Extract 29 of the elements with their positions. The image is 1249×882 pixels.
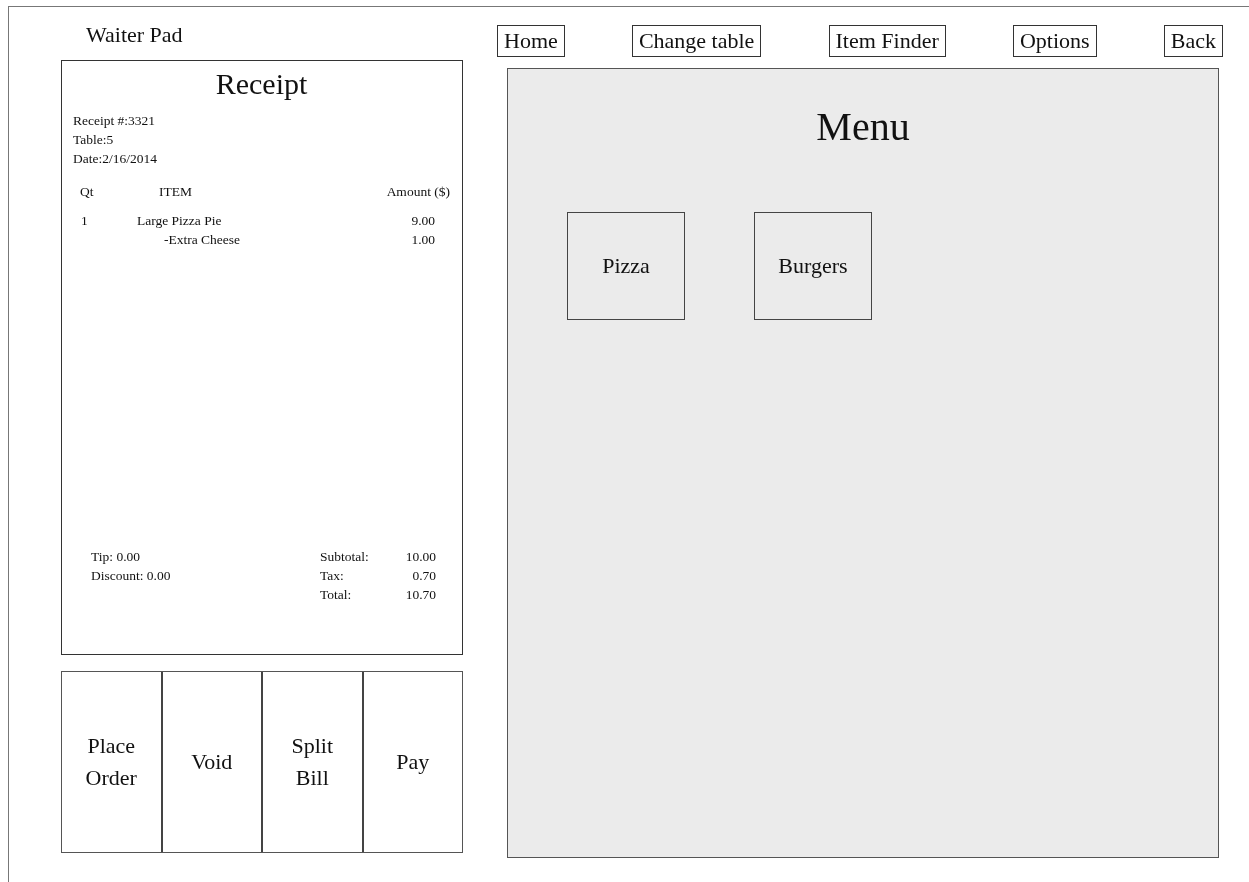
total-label: Subtotal: (320, 548, 370, 566)
modifier-name: -Extra Cheese (163, 231, 242, 249)
adjustment: Tip: 0.00 (91, 548, 142, 566)
column-header: Qt (79, 183, 95, 201)
modifier-amount: 1.00 (410, 231, 436, 249)
receipt-title: Receipt (214, 66, 309, 102)
menu-title: Menu (815, 103, 911, 151)
receipt-info: Receipt #:3321 (73, 112, 157, 130)
adjustment: Discount: 0.00 (91, 567, 171, 585)
nav-button[interactable]: Options (1012, 25, 1097, 57)
total-label: Tax: (320, 567, 345, 585)
receipt-info: Table:5 (73, 131, 115, 149)
total-value: 10.00 (404, 548, 436, 566)
nav-button[interactable]: Home (497, 25, 565, 57)
item-name: Large Pizza Pie (137, 212, 223, 230)
total-value: 10.70 (404, 586, 436, 604)
category-button[interactable]: Pizza (567, 212, 685, 320)
category-button[interactable]: Burgers (754, 212, 872, 320)
column-header: Amount ($) (385, 183, 450, 201)
item-qty: 1 (80, 212, 89, 230)
receipt-info: Date:2/16/2014 (73, 150, 158, 168)
nav-button[interactable]: Back (1163, 25, 1223, 57)
app-title: Waiter Pad (86, 21, 184, 49)
total-label: Total: (320, 586, 353, 604)
column-header: ITEM (158, 183, 193, 201)
nav-button[interactable]: Change table (631, 25, 762, 57)
nav-button[interactable]: Item Finder (828, 25, 946, 57)
item-amount: 9.00 (410, 212, 436, 230)
total-value: 0.70 (411, 567, 436, 585)
